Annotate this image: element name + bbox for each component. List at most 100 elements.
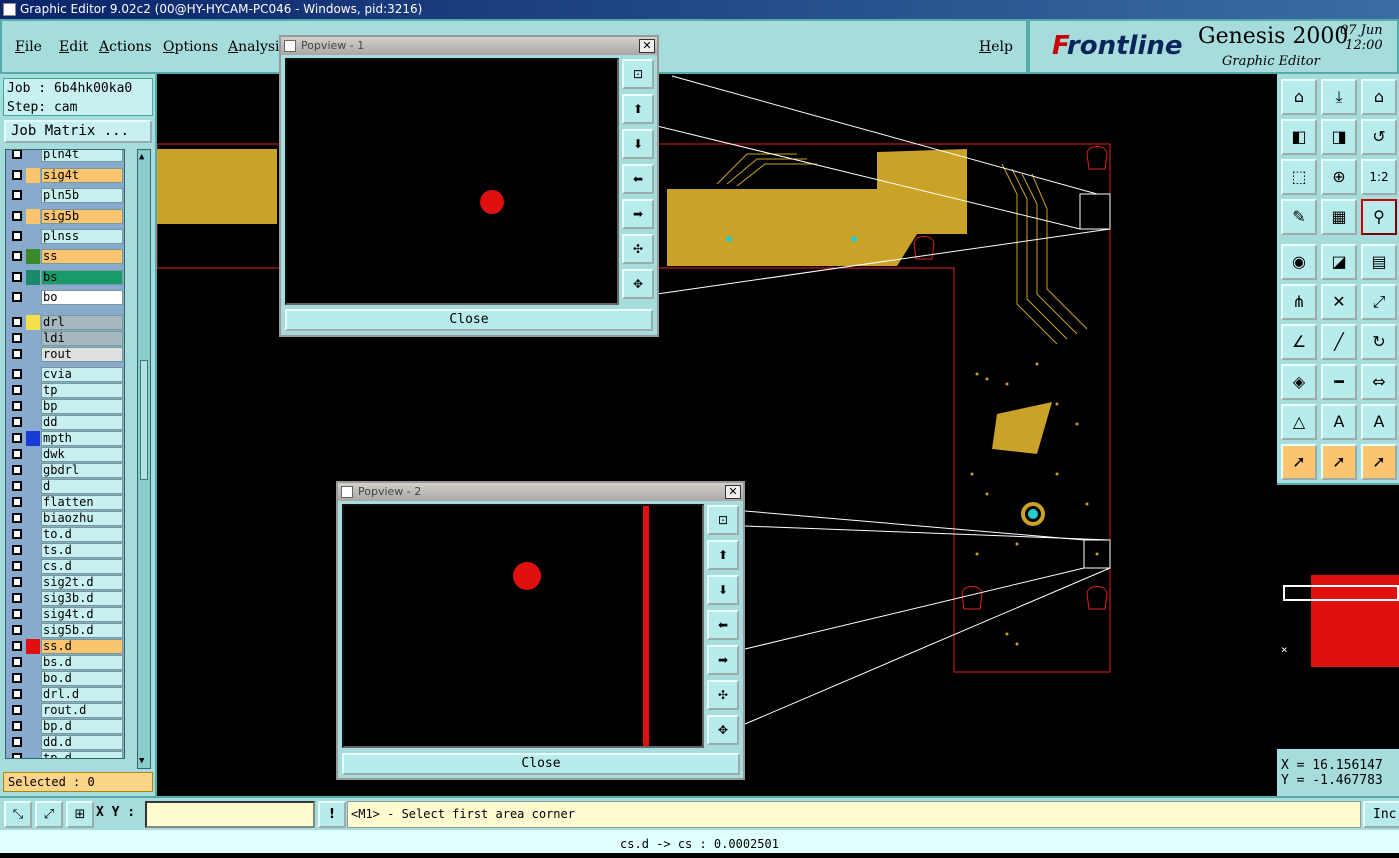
- scroll-down-icon[interactable]: ▼: [139, 756, 149, 766]
- layer-name[interactable]: pln4t: [41, 150, 123, 162]
- layer-row[interactable]: plnss: [6, 229, 124, 244]
- snap-icon[interactable]: ⤡: [4, 801, 32, 828]
- menu-options[interactable]: Options: [163, 39, 218, 55]
- pan-right-icon[interactable]: ◨: [1321, 119, 1357, 155]
- layer-name[interactable]: ss: [41, 249, 123, 264]
- popview-2-close-button[interactable]: Close: [342, 753, 740, 775]
- zoom-fit-icon[interactable]: ⬚: [1281, 159, 1317, 195]
- layer-checkbox[interactable]: [12, 190, 22, 200]
- layer-checkbox[interactable]: [12, 736, 22, 747]
- layer-row[interactable]: pln5b: [6, 188, 124, 203]
- layer-name[interactable]: sig2t.d: [41, 574, 123, 590]
- layer-name[interactable]: bo.d: [41, 670, 123, 686]
- layer-row[interactable]: sig3b.d: [6, 590, 124, 606]
- arc-icon[interactable]: ↻: [1361, 324, 1397, 360]
- layer-row[interactable]: bp.d: [6, 718, 124, 734]
- layer-row[interactable]: dd.d: [6, 734, 124, 750]
- route-icon[interactable]: ⤢: [1361, 284, 1397, 320]
- layer-checkbox[interactable]: [12, 348, 22, 359]
- zoom-window-icon[interactable]: ⊡: [707, 505, 739, 535]
- stretch-icon[interactable]: ⇔: [1361, 364, 1397, 400]
- layer-name[interactable]: drl.d: [41, 686, 123, 702]
- pan-right-icon[interactable]: ➡: [707, 645, 739, 675]
- layer-row[interactable]: bo: [6, 290, 124, 305]
- layer-row[interactable]: bo.d: [6, 670, 124, 686]
- line-icon[interactable]: ╱: [1321, 324, 1357, 360]
- layer-name[interactable]: sig5b.d: [41, 622, 123, 638]
- layer-row[interactable]: cvia: [6, 366, 124, 382]
- snap-angle-icon[interactable]: ⤢: [35, 801, 63, 828]
- net-icon[interactable]: ⋔: [1281, 284, 1317, 320]
- layer-row[interactable]: ss: [6, 249, 124, 264]
- grid-icon[interactable]: ▦: [1321, 199, 1357, 235]
- layer-row[interactable]: tp.d: [6, 750, 124, 758]
- layer-name[interactable]: cvia: [41, 366, 123, 382]
- layer-name[interactable]: flatten: [41, 494, 123, 510]
- layer-row[interactable]: drl: [6, 314, 124, 330]
- layer-name[interactable]: rout: [41, 346, 123, 362]
- layer-name[interactable]: tp.d: [41, 750, 123, 758]
- close-icon[interactable]: ✕: [639, 39, 655, 53]
- layer-name[interactable]: bp: [41, 398, 123, 414]
- layer-checkbox[interactable]: [12, 640, 22, 651]
- pan-down-icon[interactable]: ⬇: [707, 575, 739, 605]
- layer-row[interactable]: drl.d: [6, 686, 124, 702]
- layer-row[interactable]: bs: [6, 269, 124, 285]
- layer-name[interactable]: dwk: [41, 446, 123, 462]
- layer-row[interactable]: sig4t: [6, 167, 124, 183]
- pan-up-icon[interactable]: ⬆: [707, 540, 739, 570]
- menu-actions[interactable]: Actions: [99, 39, 152, 55]
- layer-checkbox[interactable]: [12, 251, 22, 261]
- layer-checkbox[interactable]: [12, 496, 22, 507]
- zoom-center-icon[interactable]: ⊕: [1321, 159, 1357, 195]
- pan-left-icon[interactable]: ◧: [1281, 119, 1317, 155]
- layer-row[interactable]: ss.d: [6, 638, 124, 654]
- layer-row[interactable]: pln4t: [6, 150, 124, 162]
- undo-icon[interactable]: ↺: [1361, 119, 1397, 155]
- triangle-icon[interactable]: △: [1281, 404, 1317, 440]
- pan-left-icon[interactable]: ⬅: [622, 164, 654, 194]
- layer-name[interactable]: ldi: [41, 330, 123, 346]
- layer-name[interactable]: ss.d: [41, 638, 123, 654]
- zoom-back-icon[interactable]: ⤓: [1321, 79, 1357, 115]
- shorten-icon[interactable]: ━: [1321, 364, 1357, 400]
- layer-checkbox[interactable]: [12, 576, 22, 587]
- layer-name[interactable]: to.d: [41, 526, 123, 542]
- close-icon[interactable]: ✕: [725, 485, 741, 499]
- layer-checkbox[interactable]: [12, 150, 22, 159]
- layer-checkbox[interactable]: [12, 416, 22, 427]
- layer-name[interactable]: dd: [41, 414, 123, 430]
- zoom-home-icon[interactable]: ⌂: [1281, 79, 1317, 115]
- layer-row[interactable]: dd: [6, 414, 124, 430]
- layer-checkbox[interactable]: [12, 624, 22, 635]
- zoom-in-icon[interactable]: ✥: [707, 715, 739, 745]
- popview-2-view[interactable]: [342, 504, 704, 748]
- layer-checkbox[interactable]: [12, 512, 22, 523]
- layer-name[interactable]: bs: [41, 269, 123, 285]
- layer-checkbox[interactable]: [12, 210, 22, 221]
- cross-icon[interactable]: ✕: [1321, 284, 1357, 320]
- select-feature-icon[interactable]: ◉: [1281, 244, 1317, 280]
- layer-checkbox[interactable]: [12, 384, 22, 395]
- text-a-red-icon[interactable]: A: [1361, 404, 1397, 440]
- ruler-icon[interactable]: ▤: [1361, 244, 1397, 280]
- layer-checkbox[interactable]: [12, 271, 22, 282]
- layer-name[interactable]: dd.d: [41, 734, 123, 750]
- layer-row[interactable]: rout: [6, 346, 124, 362]
- zoom-in-icon[interactable]: ✥: [622, 269, 654, 299]
- layer-row[interactable]: bs.d: [6, 654, 124, 670]
- layer-row[interactable]: sig2t.d: [6, 574, 124, 590]
- pointer-box-icon[interactable]: ➚: [1321, 444, 1357, 480]
- layer-checkbox[interactable]: [12, 400, 22, 411]
- layer-checkbox[interactable]: [12, 688, 22, 699]
- scroll-thumb[interactable]: [140, 360, 148, 480]
- layer-name[interactable]: tp: [41, 382, 123, 398]
- snap-icon[interactable]: ⚲: [1361, 199, 1397, 235]
- alert-icon[interactable]: !: [318, 801, 346, 828]
- layer-checkbox[interactable]: [12, 448, 22, 459]
- popview-1-close-button[interactable]: Close: [285, 309, 653, 331]
- zoom-window-icon[interactable]: ⊡: [622, 59, 654, 89]
- layer-name[interactable]: d: [41, 478, 123, 494]
- measure-icon[interactable]: ✎: [1281, 199, 1317, 235]
- edit-line-icon[interactable]: ◪: [1321, 244, 1357, 280]
